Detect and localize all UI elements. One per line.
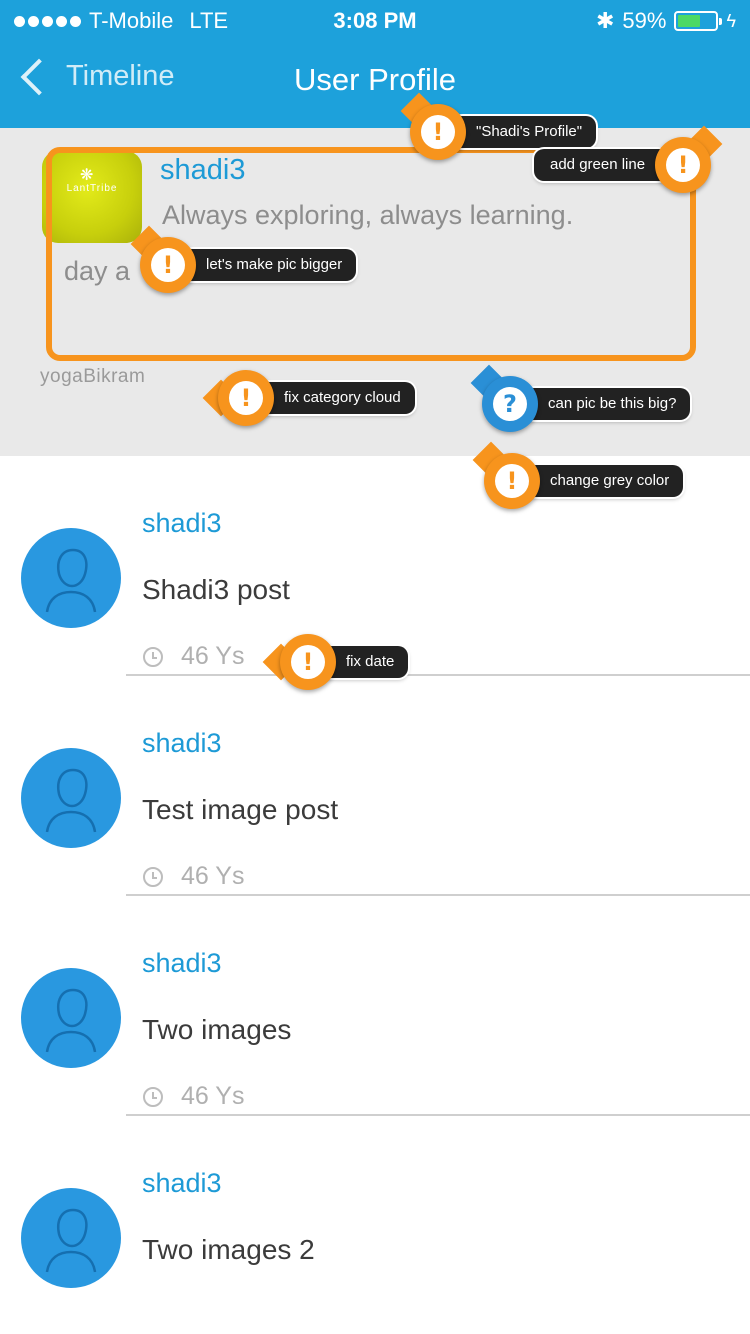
category-tag[interactable]: yogaBikram [40, 366, 145, 388]
post-username[interactable]: shadi3 [142, 1168, 222, 1199]
page-title: User Profile [294, 62, 456, 97]
post-text: Test image post [142, 794, 339, 825]
user-avatar-icon[interactable] [21, 968, 121, 1068]
post-text: Two images [142, 1014, 292, 1045]
warning-icon: ! [410, 104, 466, 160]
warning-icon: ! [484, 453, 540, 509]
annotation-label: fix category cloud [260, 382, 415, 414]
battery-icon [674, 11, 723, 31]
post-date: 46 Ys [181, 642, 245, 670]
post-item[interactable]: shadi3 Two images 46 Ys [0, 896, 750, 1116]
warning-icon: ! [218, 370, 274, 426]
user-avatar-icon[interactable] [21, 1188, 121, 1288]
post-text: Shadi3 post [142, 574, 290, 605]
post-meta: 46 Ys [143, 1082, 244, 1111]
bluetooth-icon: ✱ [595, 8, 615, 33]
annotation-label: add green line [534, 149, 670, 181]
post-date: 46 Ys [181, 862, 245, 890]
warning-icon: ! [280, 634, 336, 690]
charging-icon: ϟ [726, 11, 736, 31]
post-username[interactable]: shadi3 [142, 948, 222, 979]
annotation-fix-category[interactable]: ! fix category cloud [202, 370, 415, 426]
annotation-add-green-line[interactable]: ! add green line [534, 125, 723, 193]
annotation-pic-big[interactable]: ? can pic be this big? [470, 364, 691, 432]
annotation-label: can pic be this big? [524, 388, 691, 420]
post-text: Two images 2 [142, 1234, 315, 1265]
post-username[interactable]: shadi3 [142, 508, 222, 539]
post-username[interactable]: shadi3 [142, 728, 222, 759]
clock-icon [143, 866, 163, 887]
post-date: 46 Ys [181, 1082, 245, 1110]
user-avatar-icon[interactable] [21, 748, 121, 848]
post-item[interactable]: shadi3 Two images 2 [0, 1116, 750, 1334]
annotation-grey-color[interactable]: ! change grey color [472, 441, 684, 509]
annotation-fix-date[interactable]: ! fix date [262, 634, 409, 690]
nav-bar: T-Mobile LTE 3:08 PM ✱ 59% ϟ Timeline Us… [0, 0, 750, 128]
battery-percent: 59% [622, 8, 667, 33]
warning-icon: ! [655, 137, 712, 193]
post-item[interactable]: shadi3 Test image post 46 Ys [0, 676, 750, 896]
question-icon: ? [482, 376, 538, 432]
clock-icon [143, 1086, 163, 1107]
annotation-bigger-pic[interactable]: ! let's make pic bigger [130, 225, 357, 293]
annotation-label: let's make pic bigger [182, 249, 357, 281]
clock-icon [143, 646, 163, 667]
post-meta: 46 Ys [143, 642, 244, 671]
user-avatar-icon[interactable] [21, 528, 121, 628]
post-meta: 46 Ys [143, 862, 244, 891]
annotation-label: change grey color [526, 465, 684, 497]
battery-level [678, 15, 700, 27]
warning-icon: ! [140, 237, 196, 293]
status-right: ✱ 59% ϟ [596, 6, 736, 36]
